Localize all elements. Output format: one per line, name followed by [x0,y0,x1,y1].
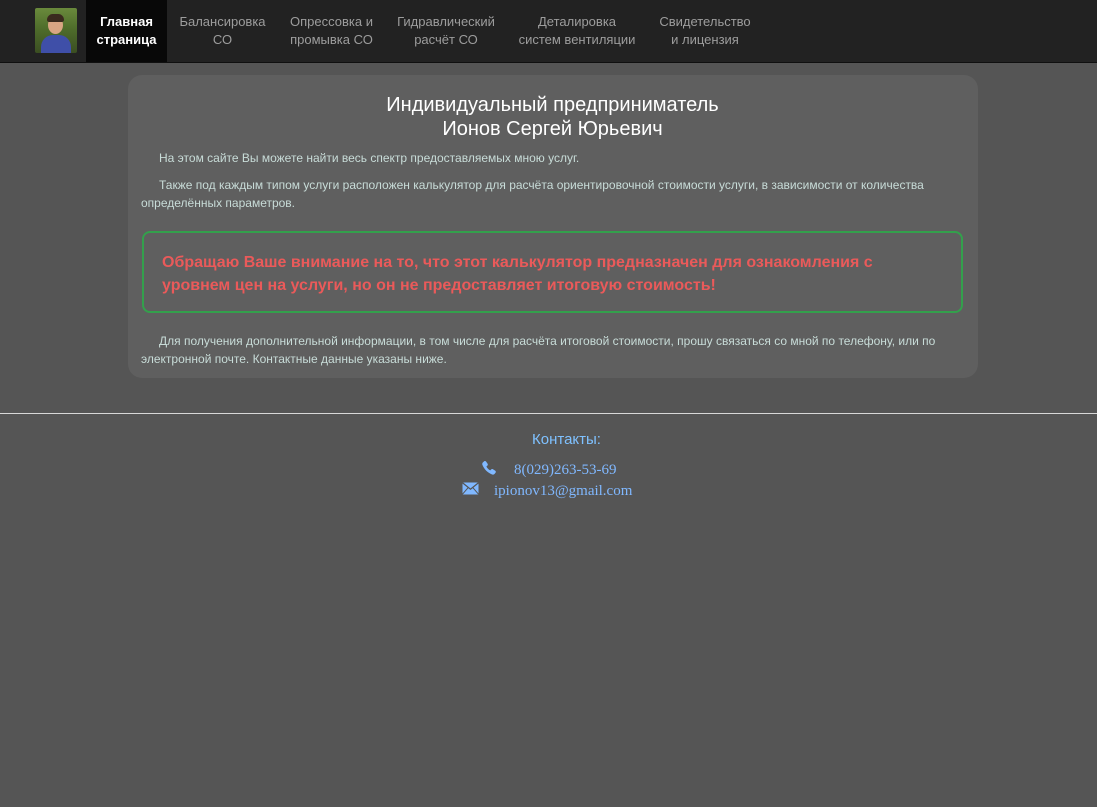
avatar[interactable] [35,8,77,53]
page-title: Индивидуальный предприниматель Ионов Сер… [0,93,1097,141]
nav-item-certificate-license[interactable]: Свидетельство и лицензия [647,0,763,62]
contact-info-paragraph: Для получения дополнительной информации,… [141,334,936,366]
intro-paragraph: На этом сайте Вы можете найти весь спект… [159,151,580,165]
nav-item-home[interactable]: Главная страница [86,0,167,62]
email-address[interactable]: ipionov13@gmail.com [494,481,632,501]
phone-number[interactable]: 8(029)263-53-69 [514,460,616,480]
calculator-paragraph: Также под каждым типом услуги расположен… [141,178,924,210]
page-title-line2: Ионов Сергей Юрьевич [442,118,663,140]
calculator-notice-text: Обращаю Ваше внимание на то, что этот ка… [162,254,873,294]
calculator-notice-box: Обращаю Ваше внимание на то, что этот ка… [142,231,963,313]
nav-item-balancing[interactable]: Балансировка СО [167,0,278,62]
nav-item-pressure-testing[interactable]: Опрессовка и промывка СО [278,0,385,62]
top-navbar: Главная страница Балансировка СО Опрессо… [0,0,1097,63]
page-title-line1: Индивидуальный предприниматель [386,94,719,116]
nav-item-hydraulic-calc[interactable]: Гидравлический расчёт СО [385,0,507,62]
footer-divider [0,413,1097,414]
envelope-icon [462,482,479,495]
contacts-title: Контакты: [532,431,601,448]
phone-icon [482,460,496,475]
nav-item-ventilation-detailing[interactable]: Деталировка систем вентиляции [507,0,647,62]
